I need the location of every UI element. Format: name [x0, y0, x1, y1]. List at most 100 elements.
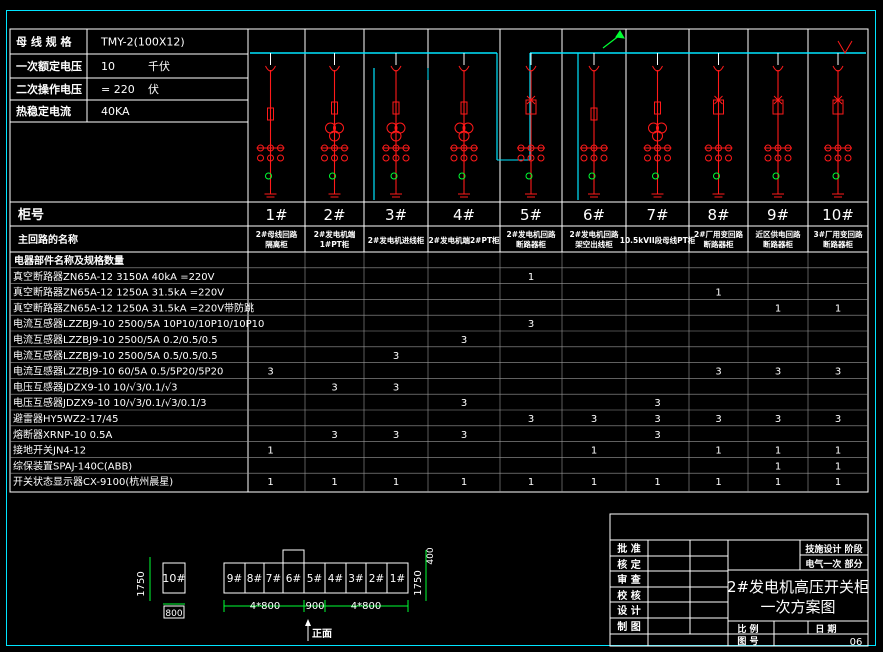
- part-qty: 1: [591, 477, 597, 488]
- circuit-name: 架空出线柜: [574, 239, 613, 249]
- cabinet-scheme-1: [256, 53, 285, 198]
- circuit-name: 断路器柜: [763, 239, 793, 249]
- part-qty: 3: [591, 414, 597, 425]
- busbar-diagram: [250, 30, 866, 200]
- ct-icon: [705, 154, 712, 162]
- param-value: 40KA: [101, 105, 130, 118]
- param-value: = 220: [101, 83, 135, 96]
- part-qty: 3: [331, 430, 337, 441]
- part-qty: 1: [393, 477, 399, 488]
- circuit-row-label: 主回路的名称: [18, 233, 78, 246]
- part-name: 电压互感器JDZX9-10 10/√3/0.1/√3/0.1/3: [13, 396, 206, 409]
- cabinet-plan-label: 8#: [247, 573, 262, 585]
- cabinet-scheme-3: [382, 53, 410, 198]
- cabinet-scheme-6: [580, 53, 608, 198]
- part-qty: 1: [591, 446, 597, 457]
- part-name: 电流互感器LZZBJ9-10 2500/5A 10P10/10P10/10P10: [13, 317, 264, 330]
- cabinet-plan-label: 5#: [307, 573, 322, 585]
- part-name: 电流互感器LZZBJ9-10 2500/5A 0.2/0.5/0.5: [13, 333, 218, 346]
- param-value: TMY-2(100X12): [100, 36, 185, 49]
- cabinet-plan-label: 4#: [328, 573, 343, 585]
- scale-label: 比 例: [737, 623, 758, 635]
- circuit-name: 2#发电机端2#PT柜: [428, 235, 500, 245]
- date-label: 日 期: [815, 623, 836, 635]
- cabinet-scheme-4: [450, 53, 478, 198]
- approval-label: 校 核: [617, 589, 640, 602]
- part-qty: 1: [775, 303, 781, 314]
- part-qty: 3: [835, 367, 841, 378]
- part-qty: 3: [654, 398, 660, 409]
- depth-dimension: 1750: [136, 571, 147, 596]
- cabinet-number: 3#: [385, 206, 407, 224]
- circuit-name: 断路器柜: [823, 239, 853, 249]
- cabinet-scheme-2: [320, 53, 349, 198]
- approval-label: 设 计: [617, 604, 640, 617]
- cabinet-6-top: [282, 549, 305, 564]
- part-qty: 3: [267, 367, 273, 378]
- part-qty: 1: [775, 477, 781, 488]
- part-name: 电流互感器LZZBJ9-10 2500/5A 0.5/0.5/0.5: [13, 349, 218, 362]
- cabinet-plan-label: 2#: [369, 573, 384, 585]
- cabinet-plan-label: 9#: [227, 573, 242, 585]
- cabinet-plan-label: 7#: [266, 573, 281, 585]
- equipment-table: 母 线 规 格 TMY-2(100X12) 一次额定电压 10 千伏二次操作电压 = 22…: [9, 28, 869, 493]
- part-name: 真空断路器ZN65A-12 1250A 31.5kA =220V: [13, 286, 224, 299]
- cabinet-plan-label: 3#: [348, 573, 363, 585]
- approval-label: 批 准: [617, 542, 640, 555]
- part-qty: 1: [835, 446, 841, 457]
- ct-icon: [580, 154, 588, 162]
- part-qty: 3: [715, 367, 721, 378]
- param-unit: 伏: [148, 82, 159, 96]
- circuit-name: 1#PT柜: [320, 239, 350, 249]
- circuit-name: 断路器柜: [704, 239, 734, 249]
- param-label: 二次操作电压: [16, 82, 82, 96]
- circuit-name: 隔离柜: [265, 239, 288, 249]
- part-qty: 1: [775, 461, 781, 472]
- span-dimension-left: 4*800: [250, 601, 280, 612]
- part-qty: 3: [715, 414, 721, 425]
- top-dimension: 400: [426, 547, 436, 564]
- part-qty: 1: [715, 288, 721, 299]
- part-name: 接地开关JN4-12: [13, 444, 86, 457]
- circuit-name: 2#发电机回路: [506, 229, 556, 239]
- cabinet-plan-label: 1#: [390, 573, 405, 585]
- ct-icon: [321, 154, 328, 162]
- cabinet-scheme-8: [704, 53, 733, 198]
- circuit-name: 断路器柜: [516, 239, 546, 249]
- part-qty: 3: [393, 351, 399, 362]
- part-qty: 1: [654, 477, 660, 488]
- span-dimension-mid: 900: [305, 601, 324, 612]
- switchgear-layout-plan: 1750 10# 800 9# 8# 7# 6# 5# 4# 3# 2# 1# 4*800 900 4*80…: [136, 547, 436, 641]
- single-line-diagram: 母 线 规 格 TMY-2(100X12) 一次额定电压 10 千伏二次操作电压 = 22…: [9, 28, 869, 648]
- part-qty: 1: [267, 477, 273, 488]
- cabinet-number: 1#: [265, 206, 287, 224]
- cabinet-number: 9#: [767, 206, 789, 224]
- part-name: 电压互感器JDZX9-10 10/√3/0.1/√3: [13, 380, 177, 393]
- circuit-name: 2#发电机进线柜: [368, 235, 425, 245]
- part-qty: 3: [461, 398, 467, 409]
- ct-icon: [537, 154, 545, 162]
- ct-icon: [844, 154, 852, 162]
- front-arrow-head: [305, 619, 311, 626]
- drawing-number: 06: [850, 637, 863, 648]
- part-qty: 3: [461, 430, 467, 441]
- circuit-name: 3#厂用变回路: [813, 229, 863, 239]
- part-name: 熔断器XRNP-10 0.5A: [13, 428, 113, 441]
- part-qty: 3: [331, 382, 337, 393]
- incoming-feeder-icon: [837, 40, 853, 54]
- part-qty: 3: [654, 414, 660, 425]
- part-qty: 1: [835, 303, 841, 314]
- drawing-title: 2#发电机高压开关柜: [727, 578, 869, 596]
- part-name: 避雷器HY5WZ2-17/45: [13, 412, 119, 425]
- part-qty: 1: [835, 461, 841, 472]
- part-qty: 1: [775, 446, 781, 457]
- circuit-name: 2#厂用变回路: [694, 229, 744, 239]
- cabinet-scheme-5: [517, 53, 545, 198]
- cabinet-number: 7#: [646, 206, 668, 224]
- part-name: 真空断路器ZN65A-12 1250A 31.5kA =220V带防跳: [13, 301, 254, 314]
- table-border: [9, 28, 869, 493]
- design-stage: 技施设计 阶段: [805, 543, 863, 555]
- cabinet-scheme-7: [643, 53, 672, 198]
- cabinet-number: 5#: [520, 206, 542, 224]
- part-qty: 3: [461, 335, 467, 346]
